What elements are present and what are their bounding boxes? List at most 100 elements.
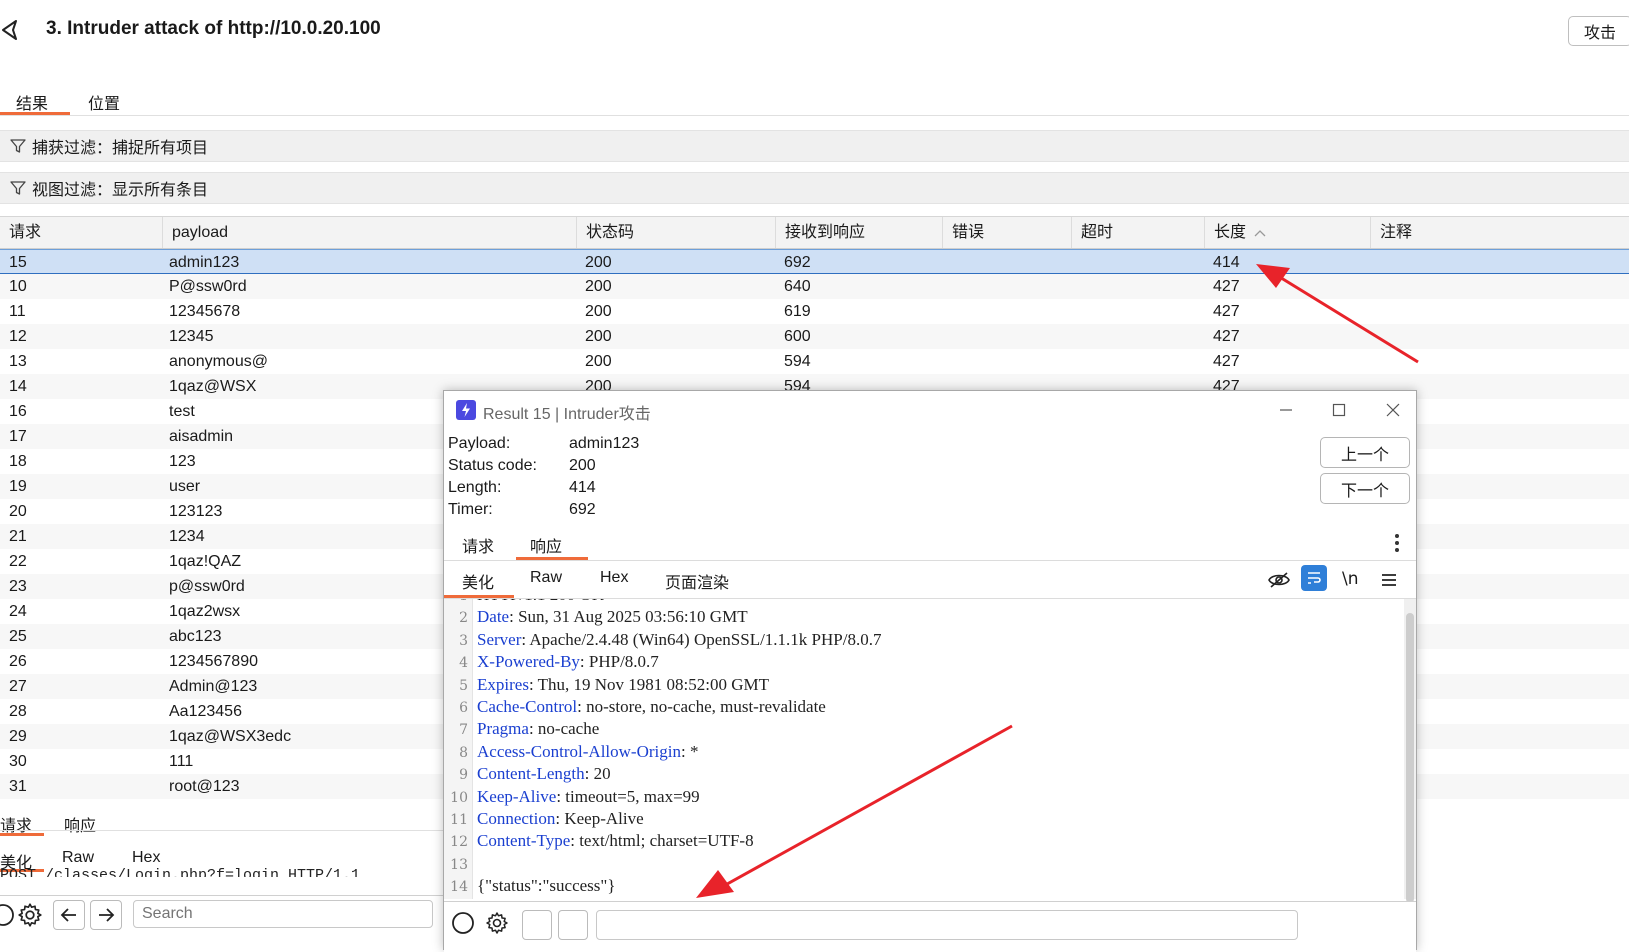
table-cell: 414 bbox=[1213, 254, 1240, 271]
sort-ascending-icon bbox=[1254, 229, 1266, 237]
search-input[interactable] bbox=[133, 900, 433, 928]
close-icon[interactable] bbox=[1380, 397, 1406, 423]
response-line: HTTP/1.1 200 OK bbox=[477, 599, 604, 605]
table-cell: 19 bbox=[9, 478, 27, 495]
column-header-timeout[interactable]: 超时 bbox=[1072, 217, 1205, 248]
table-cell: P@ssw0rd bbox=[169, 278, 247, 295]
length-value: 414 bbox=[569, 479, 596, 496]
table-cell: 1qaz2wsx bbox=[169, 603, 241, 620]
gear-icon[interactable] bbox=[482, 908, 512, 938]
table-cell: 29 bbox=[9, 728, 27, 745]
vertical-scrollbar-thumb[interactable] bbox=[1406, 613, 1414, 903]
table-cell: 200 bbox=[585, 353, 612, 370]
table-cell: aisadmin bbox=[169, 428, 234, 445]
table-cell: 26 bbox=[9, 653, 27, 670]
dialog-subtab-raw[interactable]: Raw bbox=[530, 569, 562, 587]
table-cell: 18 bbox=[9, 453, 27, 470]
filter-icon bbox=[0, 180, 32, 196]
line-number: 7 bbox=[459, 722, 468, 739]
minimize-icon[interactable] bbox=[1273, 397, 1299, 423]
bottom-tab-response[interactable]: 响应 bbox=[64, 812, 96, 836]
column-header-payload[interactable]: payload bbox=[163, 217, 577, 248]
table-cell: Aa123456 bbox=[169, 703, 242, 720]
header-name: Pragma bbox=[477, 719, 529, 739]
line-number: 10 bbox=[450, 789, 468, 806]
view-filter-bar[interactable]: 视图过滤：显示所有条目 bbox=[0, 172, 1629, 204]
previous-arrow-icon[interactable] bbox=[522, 910, 552, 940]
table-cell: admin123 bbox=[169, 254, 240, 271]
column-header-request[interactable]: 请求 bbox=[0, 217, 163, 248]
column-header-response-received[interactable]: 接收到响应 bbox=[776, 217, 943, 248]
table-cell: 25 bbox=[9, 628, 27, 645]
table-cell: 12345 bbox=[169, 328, 214, 345]
attack-button[interactable]: 攻击 bbox=[1568, 16, 1629, 46]
dialog-titlebar[interactable]: Result 15 | Intruder攻击 bbox=[444, 391, 1416, 429]
menu-icon[interactable] bbox=[1374, 565, 1404, 595]
line-number: 12 bbox=[450, 834, 468, 851]
results-table-header: 请求 payload 状态码 接收到响应 错误 超时 长度 注释 bbox=[0, 216, 1629, 249]
table-cell: 200 bbox=[585, 254, 612, 271]
table-cell: 692 bbox=[784, 254, 811, 271]
maximize-icon[interactable] bbox=[1326, 397, 1352, 423]
header-name: X-Powered-By bbox=[477, 652, 580, 672]
response-line: Keep-Alive: timeout=5, max=99 bbox=[477, 787, 700, 807]
search-input[interactable] bbox=[596, 910, 1298, 940]
table-cell: 31 bbox=[9, 778, 27, 795]
table-cell: 23 bbox=[9, 578, 27, 595]
table-cell: 200 bbox=[585, 278, 612, 295]
dialog-tab-request[interactable]: 请求 bbox=[462, 533, 494, 557]
hide-eye-icon[interactable] bbox=[1264, 565, 1294, 595]
view-filter-label: 视图过滤：显示所有条目 bbox=[32, 182, 209, 199]
column-header-comment[interactable]: 注释 bbox=[1371, 217, 1629, 248]
table-cell: 17 bbox=[9, 428, 27, 445]
column-header-status[interactable]: 状态码 bbox=[577, 217, 776, 248]
back-icon[interactable] bbox=[0, 18, 22, 42]
table-cell: 123 bbox=[169, 453, 196, 470]
previous-result-button[interactable]: 上一个 bbox=[1320, 437, 1410, 468]
table-cell: 427 bbox=[1213, 303, 1240, 320]
column-header-error[interactable]: 错误 bbox=[943, 217, 1072, 248]
next-arrow-icon[interactable] bbox=[90, 900, 122, 930]
header-name: Date bbox=[477, 607, 510, 627]
response-line: Date: Sun, 31 Aug 2025 03:56:10 GMT bbox=[477, 607, 748, 627]
burp-logo-icon bbox=[456, 400, 476, 420]
table-cell: 20 bbox=[9, 503, 27, 520]
tab-results[interactable]: 结果 bbox=[16, 90, 48, 114]
help-icon[interactable] bbox=[448, 908, 478, 938]
status-code-value: 200 bbox=[569, 457, 596, 474]
table-cell: 12 bbox=[9, 328, 27, 345]
bottom-tabs-divider bbox=[0, 830, 445, 831]
gear-icon[interactable] bbox=[15, 900, 45, 930]
table-cell: 22 bbox=[9, 553, 27, 570]
dialog-subtab-hex[interactable]: Hex bbox=[600, 569, 628, 587]
next-result-button[interactable]: 下一个 bbox=[1320, 473, 1410, 504]
table-cell: 11 bbox=[9, 303, 26, 320]
header-value: : no-cache bbox=[528, 719, 600, 739]
dialog-subtab-pretty[interactable]: 美化 bbox=[462, 569, 494, 593]
next-arrow-icon[interactable] bbox=[558, 910, 588, 940]
table-cell: 27 bbox=[9, 678, 27, 695]
newline-toggle-button[interactable]: \n bbox=[1342, 569, 1359, 589]
table-cell: 1qaz@WSX bbox=[169, 378, 257, 395]
response-line: {"status":"success"} bbox=[477, 876, 616, 896]
more-options-icon[interactable] bbox=[1394, 533, 1400, 553]
annotation-arrow-icon bbox=[1256, 264, 1419, 364]
header-value: HTTP/1.1 200 OK bbox=[477, 599, 604, 604]
table-cell: user bbox=[169, 478, 201, 495]
dialog-tab-response[interactable]: 响应 bbox=[530, 533, 562, 557]
previous-arrow-icon[interactable] bbox=[53, 900, 85, 930]
response-line: Server: Apache/2.4.48 (Win64) OpenSSL/1.… bbox=[477, 630, 881, 650]
word-wrap-icon[interactable] bbox=[1301, 565, 1327, 591]
table-cell: 12345678 bbox=[169, 303, 241, 320]
response-line: Expires: Thu, 19 Nov 1981 08:52:00 GMT bbox=[477, 675, 769, 695]
dialog-subtab-render[interactable]: 页面渲染 bbox=[665, 569, 729, 593]
capture-filter-bar[interactable]: 捕获过滤：捕捉所有项目 bbox=[0, 130, 1629, 162]
tab-positions[interactable]: 位置 bbox=[88, 90, 120, 114]
header-name: Cache-Control bbox=[477, 697, 578, 716]
table-cell: 1234567890 bbox=[169, 653, 258, 670]
line-number: 14 bbox=[450, 879, 468, 896]
dialog-tabs-divider bbox=[444, 560, 1416, 561]
annotation-arrow-icon bbox=[696, 724, 1013, 898]
column-header-length[interactable]: 长度 bbox=[1205, 217, 1371, 248]
header-value: : PHP/8.0.7 bbox=[579, 652, 659, 672]
